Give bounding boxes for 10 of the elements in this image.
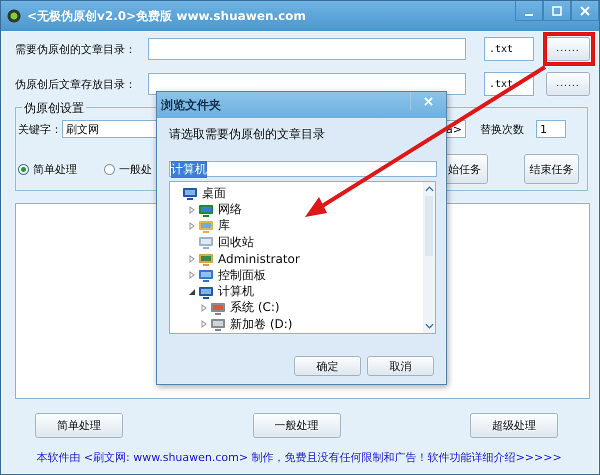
extension-field: .txt <box>484 37 534 61</box>
keyword-label: 关键字： <box>18 122 62 136</box>
group-title: 伪原创设置 <box>22 100 86 117</box>
window-title: <无极伪原创v2.0>免费版 www.shuawen.com <box>27 8 306 24</box>
directory-label: 需要伪原创的文章目录： <box>15 42 137 56</box>
radio-label: 简单处理 <box>33 162 77 176</box>
dialog-title: 浏览文件夹 <box>161 96 221 114</box>
replace-count-label: 替换次数 <box>480 122 525 136</box>
radio-label: 一般处 <box>119 162 152 176</box>
directory-label: 伪原创后文章存放目录： <box>15 76 137 92</box>
